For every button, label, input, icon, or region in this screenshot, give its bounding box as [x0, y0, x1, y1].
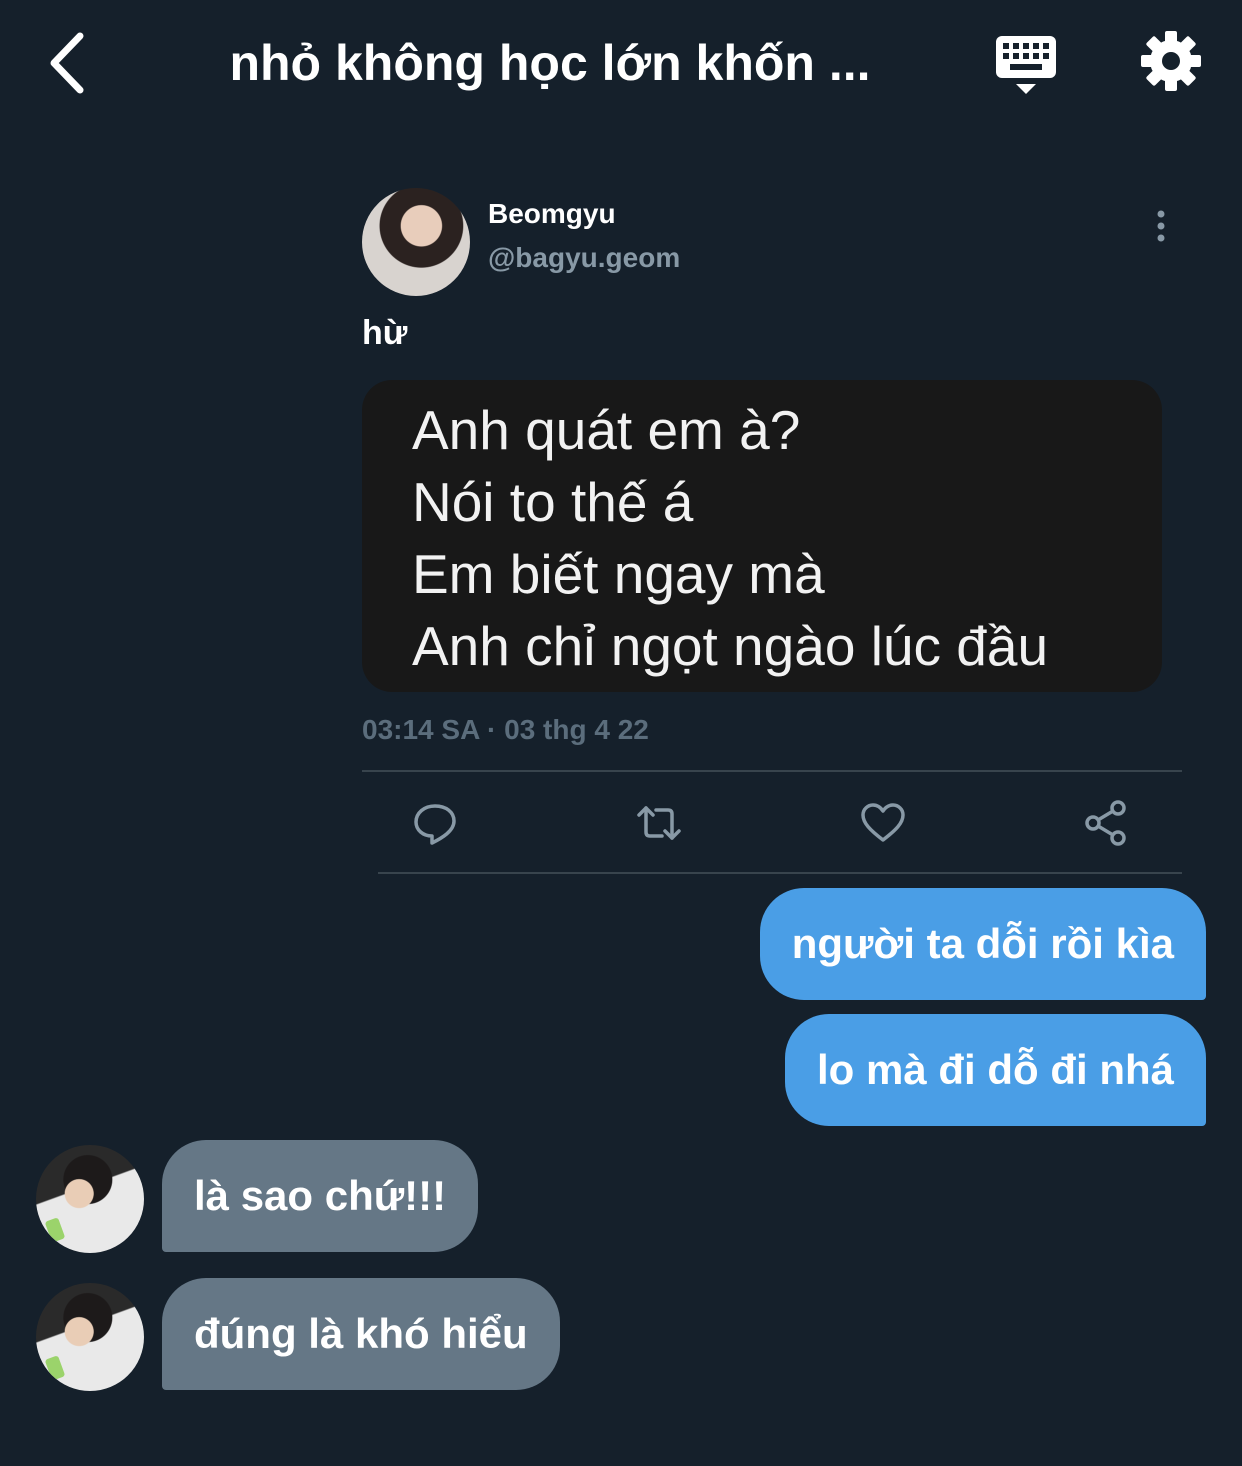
- tweet-more-button[interactable]: [1146, 206, 1176, 246]
- divider: [378, 872, 1182, 874]
- incoming-message-bubble[interactable]: đúng là khó hiểu: [162, 1278, 560, 1390]
- settings-button[interactable]: [1138, 28, 1204, 94]
- sender-avatar[interactable]: [36, 1283, 144, 1391]
- more-vertical-icon: [1157, 210, 1165, 242]
- outgoing-message-bubble[interactable]: người ta dỗi rồi kìa: [759, 888, 1206, 1000]
- share-icon: [1085, 800, 1126, 846]
- keyboard-dismiss-button[interactable]: [990, 30, 1062, 100]
- retweet-icon: [637, 806, 681, 840]
- media-text-line: Em biết ngay mà: [412, 543, 825, 605]
- sender-avatar[interactable]: [36, 1145, 144, 1253]
- divider: [362, 770, 1182, 772]
- incoming-message-bubble[interactable]: là sao chứ!!!: [162, 1140, 479, 1252]
- media-text-line: Anh chỉ ngọt ngào lúc đầu: [412, 615, 1049, 677]
- share-button[interactable]: [1082, 798, 1132, 848]
- tweet-author-handle[interactable]: @bagyu.geom: [488, 242, 680, 274]
- keyboard-dismiss-icon: [996, 36, 1056, 94]
- conversation-header: nhỏ không học lớn khốn ...: [0, 0, 1242, 130]
- tweet-media-image[interactable]: Anh quát em à? Nói to thế á Em biết ngay…: [362, 380, 1162, 692]
- tweet-timestamp: 03:14 SA · 03 thg 4 22: [362, 714, 649, 745]
- conversation-title[interactable]: nhỏ không học lớn khốn ...: [200, 30, 900, 100]
- tweet-text: hừ: [362, 314, 408, 352]
- like-button[interactable]: [858, 798, 908, 848]
- media-text-line: Anh quát em à?: [412, 399, 801, 461]
- tweet-author-avatar[interactable]: [362, 188, 470, 296]
- shared-tweet-card[interactable]: Beomgyu @bagyu.geom hừ Anh quát em à? Nó…: [362, 186, 1182, 876]
- tweet-author-name[interactable]: Beomgyu: [488, 198, 616, 230]
- reply-button[interactable]: [410, 798, 460, 848]
- tweet-action-bar: [362, 786, 1182, 866]
- media-text-line: Nói to thế á: [412, 471, 694, 533]
- like-icon: [861, 803, 905, 842]
- retweet-button[interactable]: [634, 798, 684, 848]
- outgoing-message-bubble[interactable]: lo mà đi dỗ đi nhá: [785, 1014, 1206, 1126]
- chevron-left-icon: [50, 32, 84, 94]
- back-button[interactable]: [40, 28, 100, 98]
- reply-icon: [414, 804, 456, 845]
- gear-icon: [1141, 31, 1201, 91]
